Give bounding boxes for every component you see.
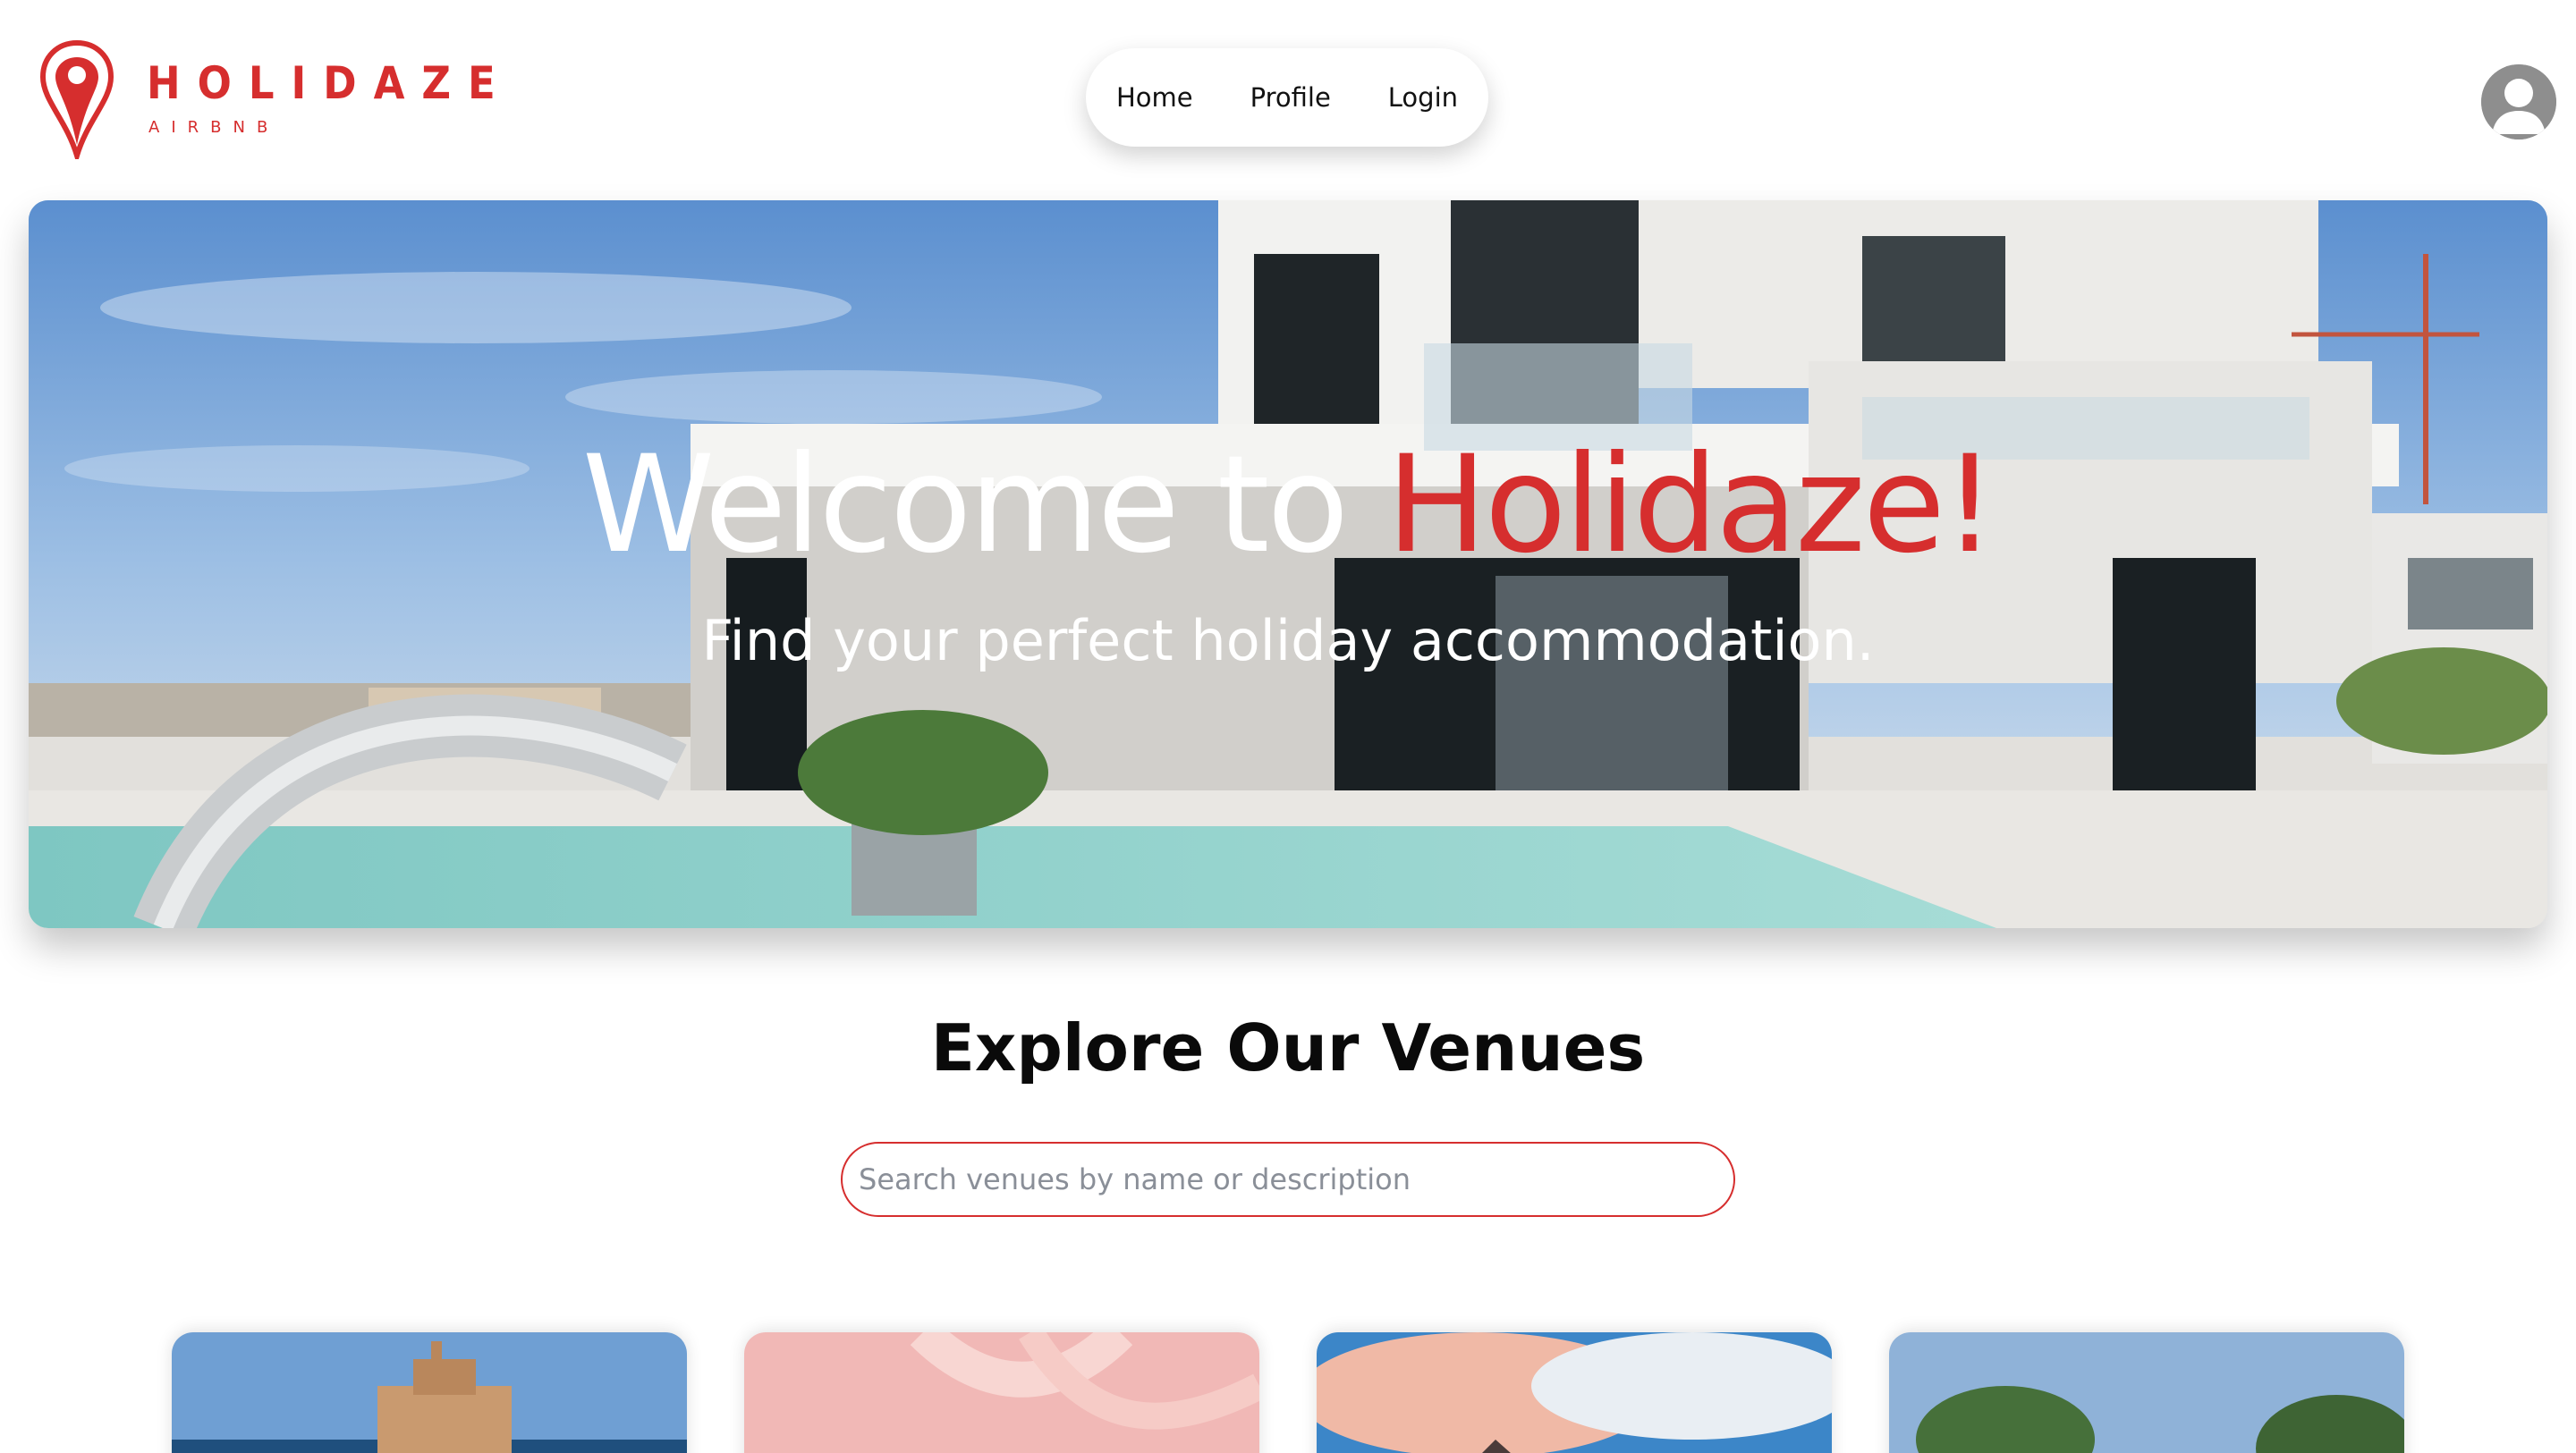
user-avatar[interactable] <box>2481 64 2556 139</box>
hero-title-accent: Holidaze! <box>1385 427 1996 583</box>
user-avatar-icon <box>2481 64 2556 139</box>
brand-logo[interactable]: HOLIDAZE AIRBNB <box>39 39 496 165</box>
venue-card-image <box>172 1332 687 1453</box>
nav-home-link[interactable]: Home <box>1116 82 1193 113</box>
page: HOLIDAZE AIRBNB Home Profile Login Welco… <box>0 0 2576 1453</box>
map-pin-icon <box>39 39 114 159</box>
nav-profile-link[interactable]: Profile <box>1250 82 1331 113</box>
hero-subtitle: Find your perfect holiday accommodation. <box>701 608 1875 673</box>
brand-tagline: AIRBNB <box>148 118 280 137</box>
explore-heading: Explore Our Venues <box>930 1010 1646 1086</box>
venue-card-image <box>1889 1332 2404 1453</box>
hero-title-prefix: Welcome to <box>581 427 1386 583</box>
main-nav: Home Profile Login <box>1086 48 1488 147</box>
nav-login-link[interactable]: Login <box>1388 82 1458 113</box>
venue-card[interactable] <box>1317 1332 1832 1453</box>
venue-card[interactable] <box>744 1332 1259 1453</box>
brand-name: HOLIDAZE <box>147 57 513 109</box>
hero-title: Welcome to Holidaze! <box>0 438 2576 572</box>
venue-search-input[interactable] <box>841 1142 1735 1217</box>
venue-card[interactable] <box>172 1332 687 1453</box>
venue-card-image <box>744 1332 1259 1453</box>
venue-card-image <box>1317 1332 1832 1453</box>
venue-card[interactable] <box>1889 1332 2404 1453</box>
